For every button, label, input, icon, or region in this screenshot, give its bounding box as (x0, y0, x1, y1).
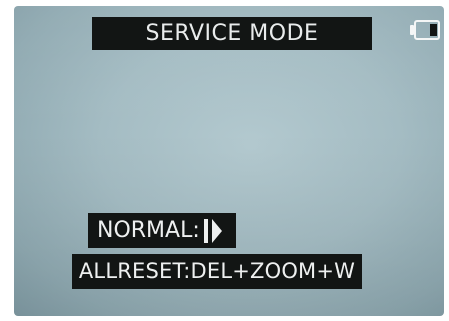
lcd-screen: SERVICE MODE NORMAL: ALLRESET:DEL+ZOOM+W (14, 6, 444, 316)
menu-item-normal[interactable]: NORMAL: (88, 213, 236, 248)
arrow-right-icon (211, 218, 222, 243)
normal-label: NORMAL: (97, 218, 200, 243)
battery-level (430, 24, 437, 36)
camera-bezel: SERVICE MODE NORMAL: ALLRESET:DEL+ZOOM+W (0, 0, 449, 321)
arrow-stem (203, 218, 208, 243)
menu-item-allreset[interactable]: ALLRESET:DEL+ZOOM+W (72, 254, 362, 289)
allreset-label: ALLRESET:DEL+ZOOM+W (78, 259, 356, 283)
service-mode-title: SERVICE MODE (92, 17, 372, 50)
page-title: SERVICE MODE (145, 21, 319, 46)
